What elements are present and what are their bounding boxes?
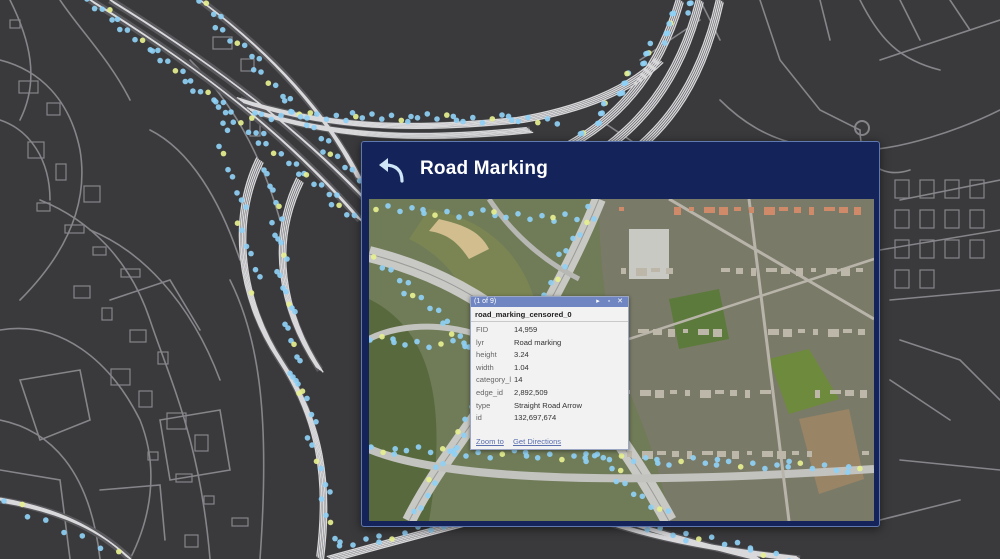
next-icon[interactable]: ▸ (594, 297, 602, 307)
field-key: id (476, 413, 482, 423)
field-row: lyr Road marking (471, 338, 628, 351)
popup-actions: Zoom to Get Directions (476, 437, 568, 446)
field-key: edge_id (476, 387, 504, 397)
popup-titlebar: (1 of 9) ▸ ▫ ✕ (471, 297, 628, 307)
field-key: type (476, 400, 491, 410)
field-value: 132,697,674 (514, 413, 557, 423)
close-icon[interactable]: ✕ (616, 297, 624, 307)
field-row: id 132,697,674 (471, 413, 628, 426)
feature-popup[interactable]: (1 of 9) ▸ ▫ ✕ road_marking_censored_0 F… (470, 296, 629, 450)
popup-fields: FID 14,959 lyr Road marking height 3.24 wid… (471, 325, 628, 426)
field-key: lyr (476, 337, 485, 347)
zoom-to-link[interactable]: Zoom to (476, 437, 504, 446)
field-value: Road marking (514, 337, 562, 347)
field-value: 14 (514, 375, 523, 385)
satellite-map-view[interactable]: (1 of 9) ▸ ▫ ✕ road_marking_censored_0 F… (369, 199, 874, 521)
field-value: 3.24 (514, 350, 529, 360)
field-value: 14,959 (514, 325, 538, 334)
field-row: height 3.24 (471, 350, 628, 363)
field-value: 2,892,509 (514, 387, 548, 397)
panel-title: Road Marking (420, 158, 549, 179)
field-value: 1.04 (514, 362, 529, 372)
maximize-icon[interactable]: ▫ (605, 297, 613, 307)
field-key: width (476, 362, 494, 372)
popup-counter: (1 of 9) (474, 298, 497, 305)
field-row: type Straight Road Arrow (471, 401, 628, 414)
field-row: edge_id 2,892,509 (471, 388, 628, 401)
panel-header: Road Marking (362, 142, 879, 198)
field-key: height (476, 350, 497, 360)
back-button[interactable] (376, 156, 406, 184)
back-arrow-icon (379, 158, 404, 183)
popup-layer-name: road_marking_censored_0 (471, 307, 628, 322)
field-row: FID 14,959 (471, 325, 628, 338)
road-marking-panel: Road Marking (1 of 9) ▸ ▫ ✕ road_marking… (361, 141, 880, 527)
field-row: category_l 14 (471, 375, 628, 388)
field-key: FID (476, 325, 489, 334)
field-row: width 1.04 (471, 363, 628, 376)
field-key: category_l (476, 375, 512, 385)
field-value: Straight Road Arrow (514, 400, 582, 410)
get-directions-link[interactable]: Get Directions (513, 437, 561, 446)
